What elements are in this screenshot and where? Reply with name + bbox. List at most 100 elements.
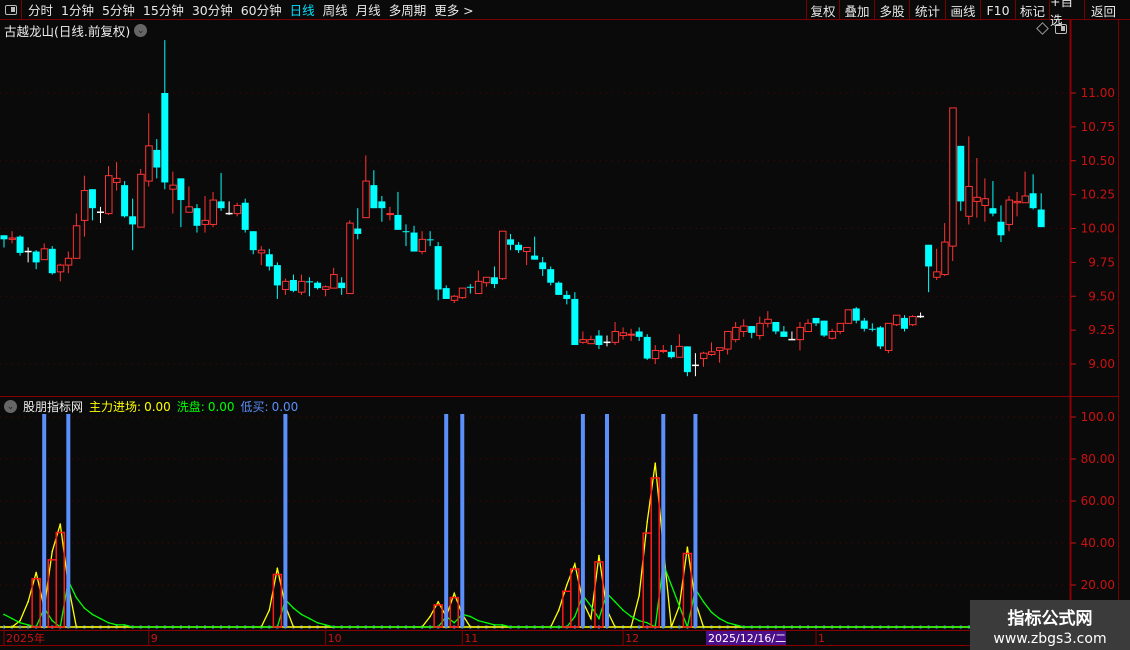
indicator-name[interactable]: 股朋指标网 (23, 398, 83, 415)
candle (997, 205, 1005, 243)
candle (820, 320, 828, 337)
candle (900, 315, 908, 332)
indicator-point (268, 609, 271, 611)
candle (88, 189, 96, 221)
indicator-point (35, 571, 37, 574)
candle (1005, 195, 1013, 232)
indicator-point (646, 622, 648, 624)
toolbar-button[interactable]: 复权 (806, 0, 839, 20)
candle (772, 321, 780, 335)
candle (306, 277, 314, 297)
candle-body (209, 199, 218, 225)
candle-body (338, 282, 346, 289)
candle (667, 345, 675, 359)
tab-period[interactable]: 周线 (319, 0, 352, 19)
zero-line-marker (678, 625, 681, 629)
candle (273, 262, 281, 299)
candle (571, 292, 579, 346)
candle-body (860, 320, 868, 329)
candle-body (137, 173, 145, 228)
toolbar-button[interactable]: 统计 (909, 0, 945, 20)
toolbar-button[interactable]: 多股 (874, 0, 909, 20)
toolbar-button[interactable]: 标记 (1015, 0, 1049, 20)
candle-body (177, 178, 185, 201)
candle (185, 186, 193, 213)
candle (643, 334, 651, 360)
candle (80, 175, 89, 237)
tab-period[interactable]: 5分钟 (98, 0, 139, 19)
candle (161, 40, 169, 190)
candle (539, 256, 547, 276)
indicator-point (598, 617, 600, 620)
candle (1013, 191, 1022, 217)
indicator-point (654, 462, 657, 465)
indicator-point (292, 607, 295, 609)
candle-body (659, 349, 668, 352)
toolbar-button[interactable]: +自选 (1049, 0, 1084, 28)
candle-body (201, 219, 209, 225)
candle (378, 195, 386, 222)
chart-canvas[interactable]: 11.0010.7510.5010.2510.009.759.509.259.0… (0, 0, 1130, 650)
candle (973, 158, 981, 218)
panel-toggle-icon[interactable] (1055, 24, 1067, 34)
candle-body (346, 222, 354, 295)
candle (683, 346, 691, 377)
candle-body (716, 347, 724, 351)
candle (716, 347, 724, 363)
candle-body (764, 318, 772, 324)
candle-body (547, 269, 555, 283)
indicator-header: ⌄ 股朋指标网 主力进场: 0.00 洗盘: 0.00 低买: 0.00 (4, 398, 298, 415)
indicator-point (3, 613, 5, 616)
tab-period[interactable]: 60分钟 (237, 0, 286, 19)
candle-body (539, 262, 547, 270)
chevron-down-icon[interactable]: ⌄ (134, 24, 148, 37)
tab-period[interactable]: 分时 (24, 0, 57, 19)
candle (338, 277, 346, 295)
candle (523, 246, 531, 266)
candle (40, 243, 49, 261)
indicator-point (107, 622, 110, 624)
candle (145, 113, 153, 187)
candle (531, 236, 539, 260)
candle-body (892, 314, 901, 326)
indicator-point (710, 611, 713, 614)
candle-body (571, 298, 579, 346)
candle-body (756, 322, 764, 337)
candle-body (442, 288, 450, 299)
candle (64, 251, 73, 274)
tab-period[interactable]: 15分钟 (139, 0, 188, 19)
candle-body (48, 248, 56, 274)
candle-body (450, 295, 459, 301)
candle-body (611, 330, 620, 343)
candle (402, 224, 410, 247)
indicator-point (646, 521, 648, 523)
candle (699, 351, 708, 367)
chevron-down-icon[interactable]: ⌄ (4, 400, 17, 413)
tab-period[interactable]: 多周期 (385, 0, 431, 19)
toolbar-button[interactable]: 画线 (945, 0, 980, 20)
toolbar-button[interactable]: 返回 (1084, 0, 1122, 20)
price-tick-label: 10.75 (1081, 120, 1115, 134)
candle-body (515, 244, 523, 251)
toolbar-button[interactable]: F10 (980, 0, 1015, 20)
candle-body (675, 345, 684, 358)
candle-body (241, 202, 249, 230)
price-tick-label: 9.50 (1088, 289, 1115, 303)
tab-period[interactable]: 30分钟 (188, 0, 237, 19)
tab-period[interactable]: 月线 (352, 0, 385, 19)
candle (96, 206, 104, 224)
sidebar-toggle-button[interactable] (0, 0, 22, 20)
low-buy-bar (693, 414, 698, 627)
candle-body (555, 282, 563, 295)
tab-period[interactable]: 1分钟 (57, 0, 98, 19)
tab-period[interactable]: 更多 > (430, 0, 477, 19)
candle (627, 328, 636, 341)
candle (563, 290, 571, 305)
candle (281, 278, 290, 295)
candle (297, 274, 306, 295)
toolbar-button[interactable]: 叠加 (839, 0, 874, 20)
candle-body (587, 339, 595, 345)
candle (675, 334, 684, 358)
tab-period[interactable]: 日线 (286, 0, 319, 19)
candle-body (852, 308, 860, 321)
